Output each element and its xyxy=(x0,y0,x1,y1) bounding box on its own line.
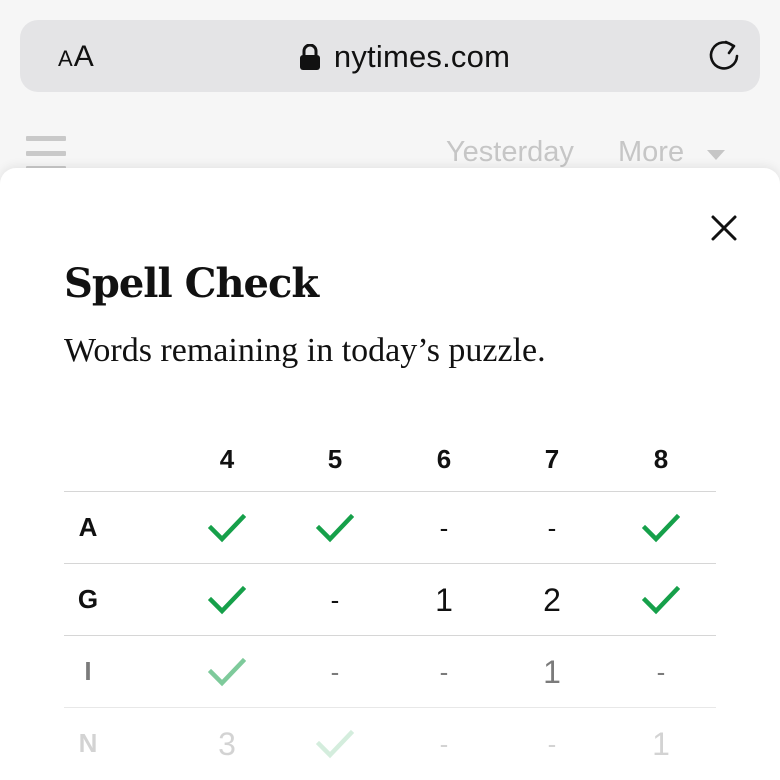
check-icon xyxy=(642,585,680,615)
check-cell xyxy=(305,722,365,766)
grid-body: A - - G - 1 2 I - - 1 - N 3 - - 1 xyxy=(64,492,716,779)
row-letter: G xyxy=(77,584,99,614)
reload-icon[interactable] xyxy=(704,36,744,76)
empty-cell: - xyxy=(439,656,449,687)
close-icon[interactable] xyxy=(710,214,738,242)
modal-subtitle: Words remaining in today’s puzzle. xyxy=(64,332,546,369)
count-cell: 2 xyxy=(543,581,561,618)
spell-check-modal: Spell Check Words remaining in today’s p… xyxy=(0,168,780,780)
column-header-8: 8 xyxy=(653,444,669,474)
spell-check-grid: 4 5 6 7 8 A - - G - 1 2 I - - 1 - N 3 - - 1 xyxy=(64,424,716,779)
row-letter: A xyxy=(78,512,98,542)
grid-row: A-- xyxy=(64,492,716,564)
count-cell: 3 xyxy=(218,725,236,762)
grid-row: N 3 - - 1 xyxy=(64,708,716,779)
nav-yesterday[interactable]: Yesterday xyxy=(446,136,574,169)
check-icon xyxy=(642,513,680,543)
column-header-6: 6 xyxy=(436,444,452,474)
check-icon xyxy=(208,657,246,687)
lock-icon xyxy=(299,44,320,70)
grid-row: I - - 1 - xyxy=(64,636,716,708)
check-cell xyxy=(631,578,691,622)
empty-cell: - xyxy=(656,656,666,687)
check-cell xyxy=(305,506,365,550)
grid-row: G - 1 2 xyxy=(64,564,716,636)
row-letter: I xyxy=(84,656,92,686)
check-cell xyxy=(197,650,257,694)
check-cell xyxy=(631,506,691,550)
check-icon xyxy=(208,585,246,615)
url-display[interactable]: nytimes.com xyxy=(20,38,760,76)
count-cell: 1 xyxy=(652,725,670,762)
empty-cell: - xyxy=(547,512,557,543)
address-bar[interactable]: A A nytimes.com xyxy=(20,20,760,92)
empty-cell: - xyxy=(330,656,340,687)
empty-cell: - xyxy=(330,584,340,615)
column-header-5: 5 xyxy=(327,444,343,474)
column-header-7: 7 xyxy=(544,444,560,474)
modal-title: Spell Check xyxy=(64,260,319,307)
check-icon xyxy=(316,729,354,759)
empty-cell: - xyxy=(439,512,449,543)
empty-cell: - xyxy=(547,728,557,759)
nav-more[interactable]: More xyxy=(618,136,684,169)
count-cell: 1 xyxy=(435,581,453,618)
column-header-4: 4 xyxy=(219,444,235,474)
count-cell: 1 xyxy=(543,653,561,690)
grid-header-row: 4 5 6 7 8 xyxy=(64,424,716,492)
check-cell xyxy=(197,578,257,622)
check-cell xyxy=(197,506,257,550)
check-icon xyxy=(316,513,354,543)
url-text: nytimes.com xyxy=(333,39,511,74)
row-letter: N xyxy=(78,728,98,758)
chevron-down-icon xyxy=(707,150,725,160)
empty-cell: - xyxy=(439,728,449,759)
check-icon xyxy=(208,513,246,543)
